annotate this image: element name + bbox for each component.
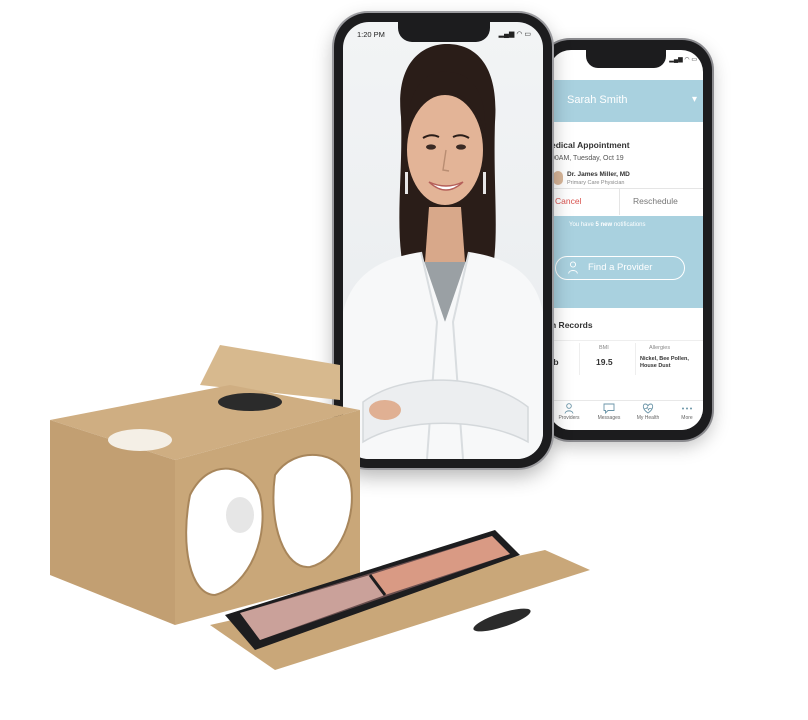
- status-icons: ▂▄▆ ◠ ▭: [498, 31, 531, 38]
- tab-my-health[interactable]: My Health: [632, 403, 664, 429]
- more-icon: [682, 407, 692, 410]
- allergies-line2: House Dust: [640, 363, 671, 369]
- notification-band: You have 5 new notifications Find a Prov…: [549, 216, 703, 308]
- divider: [635, 343, 636, 375]
- reschedule-button[interactable]: Reschedule: [633, 196, 678, 206]
- tab-label: More: [681, 415, 693, 421]
- find-provider-label: Find a Provider: [588, 262, 653, 273]
- divider: [619, 189, 620, 215]
- find-provider-button[interactable]: Find a Provider: [555, 256, 685, 280]
- status-icons: ▂▄▆ ◠ ▭: [669, 57, 697, 63]
- notification-count: 5 new: [595, 222, 613, 228]
- cardboard-vr-viewer: [50, 345, 590, 670]
- phone-notch: [398, 22, 490, 42]
- tab-more[interactable]: More: [671, 403, 703, 429]
- app-header: Sarah Smith ▾: [549, 80, 703, 122]
- phone-notch: [586, 50, 666, 68]
- doctor-avatar: [553, 171, 563, 185]
- tab-label: My Health: [636, 415, 660, 421]
- appointment-time: 00AM, Tuesday, Oct 19: [551, 155, 624, 162]
- chevron-down-icon[interactable]: ▾: [692, 94, 697, 105]
- notification-text[interactable]: You have 5 new notifications: [569, 222, 646, 228]
- notification-suffix: notifications: [612, 222, 646, 228]
- cancel-button[interactable]: Cancel: [555, 196, 581, 206]
- health-records-title: h Records: [551, 320, 593, 330]
- doctor-name: Dr. James Miller, MD: [567, 171, 630, 178]
- appointment-actions: Cancel Reschedule: [549, 188, 703, 215]
- notification-prefix: You have: [569, 222, 596, 228]
- allergies-line1: Nickel, Bee Pollen,: [640, 356, 689, 362]
- user-name[interactable]: Sarah Smith: [567, 94, 628, 106]
- status-time: 1:20 PM: [357, 30, 385, 39]
- bmi-label: BMI: [599, 345, 609, 351]
- person-icon: [568, 261, 578, 274]
- doctor-role: Primary Care Physician: [567, 180, 625, 186]
- allergies-label: Allergies: [649, 345, 671, 351]
- heart-icon: [642, 403, 654, 414]
- message-icon: [603, 403, 615, 414]
- appointment-title: edical Appointment: [551, 140, 630, 150]
